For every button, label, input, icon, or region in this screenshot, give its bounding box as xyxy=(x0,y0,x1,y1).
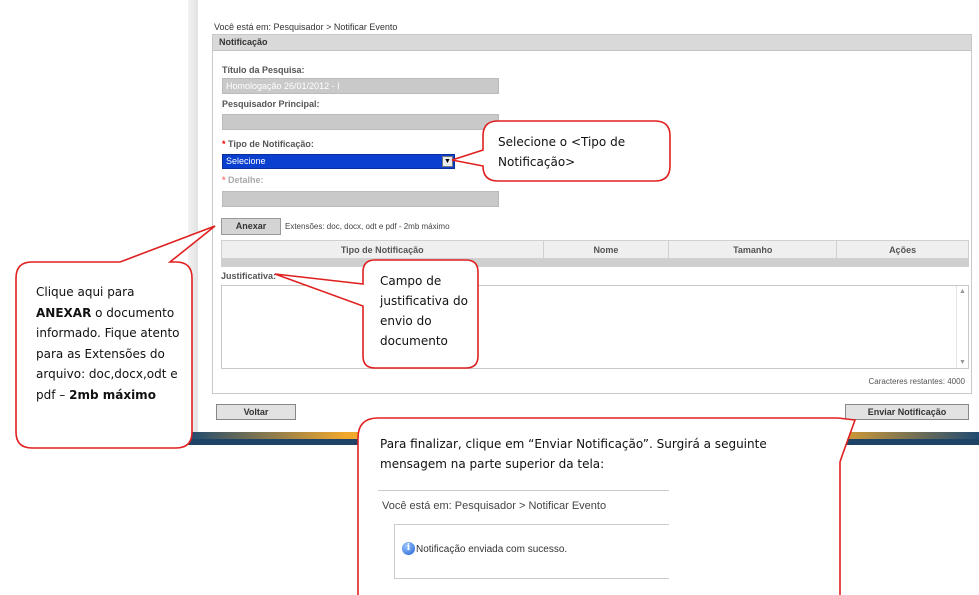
callout-anexar-bold: ANEXAR xyxy=(36,305,92,320)
breadcrumb: Você está em: Pesquisador > Notificar Ev… xyxy=(214,22,398,32)
column-header-tamanho: Tamanho xyxy=(668,240,838,259)
detalhe-label-text: Detalhe: xyxy=(228,175,264,185)
column-header-tipo: Tipo de Notificação xyxy=(221,240,544,259)
anexar-button[interactable]: Anexar xyxy=(221,218,281,235)
tipo-label: * Tipo de Notificação: xyxy=(222,139,314,149)
detalhe-field xyxy=(222,191,499,207)
chevron-down-icon[interactable]: ▼ xyxy=(442,156,453,167)
callout-finalizar-text: Para finalizar, clique em “Enviar Notifi… xyxy=(380,437,767,471)
documents-table: Tipo de Notificação Nome Tamanho Ações xyxy=(221,240,969,259)
column-header-acoes: Ações xyxy=(836,240,969,259)
table-empty-row xyxy=(221,259,969,267)
titulo-label: Título da Pesquisa: xyxy=(222,65,305,75)
callout-justificativa-text: Campo de justificativa do envio do docum… xyxy=(380,274,469,348)
voltar-button[interactable]: Voltar xyxy=(216,404,296,420)
preview-box-left xyxy=(394,524,395,578)
success-message-preview: Você está em: Pesquisador > Notificar Ev… xyxy=(378,490,669,582)
notification-form-panel: Notificação Título da Pesquisa: Homologa… xyxy=(212,34,972,394)
tipo-notificacao-select[interactable]: Selecione ▼ xyxy=(222,154,455,169)
chars-remaining: Caracteres restantes: 4000 xyxy=(868,377,966,386)
callout-anexar-pre: Clique aqui para xyxy=(36,285,135,299)
justificativa-label: Justificativa: xyxy=(221,271,277,281)
pesquisador-label: Pesquisador Principal: xyxy=(222,99,320,109)
scroll-down-arrow-icon[interactable]: ▼ xyxy=(959,359,966,366)
tipo-selected-value: Selecione xyxy=(226,156,266,166)
preview-breadcrumb: Você está em: Pesquisador > Notificar Ev… xyxy=(382,500,607,512)
column-header-nome: Nome xyxy=(542,240,670,259)
scroll-up-arrow-icon[interactable]: ▲ xyxy=(959,288,966,295)
extensions-note: Extensões: doc, docx, odt e pdf - 2mb má… xyxy=(285,222,450,231)
detalhe-label: * Detalhe: xyxy=(222,175,264,185)
tipo-label-text: Tipo de Notificação: xyxy=(228,139,314,149)
enviar-notificacao-button[interactable]: Enviar Notificação xyxy=(845,404,969,420)
required-mark: * xyxy=(222,175,226,185)
preview-box-bottom xyxy=(394,578,669,579)
info-icon: i xyxy=(402,542,415,555)
pesquisador-field xyxy=(222,114,499,130)
required-mark: * xyxy=(222,139,226,149)
textarea-scrollbar[interactable]: ▲ ▼ xyxy=(956,286,968,368)
page-left-shadow xyxy=(188,0,198,440)
titulo-field: Homologação 26/01/2012 - I xyxy=(222,78,499,94)
preview-success-text: Notificação enviada com sucesso. xyxy=(416,544,568,555)
preview-box-top xyxy=(394,524,669,525)
callout-anexar-text: Clique aqui para ANEXAR o documento info… xyxy=(36,282,186,405)
callout-anexar-bold2: 2mb máximo xyxy=(69,387,156,402)
panel-title: Notificação xyxy=(213,35,971,51)
callout-tipo-text: Selecione o <Tipo de Notificação> xyxy=(498,135,626,169)
justificativa-textarea[interactable]: ▲ ▼ xyxy=(221,285,969,369)
preview-top-divider xyxy=(378,490,669,491)
